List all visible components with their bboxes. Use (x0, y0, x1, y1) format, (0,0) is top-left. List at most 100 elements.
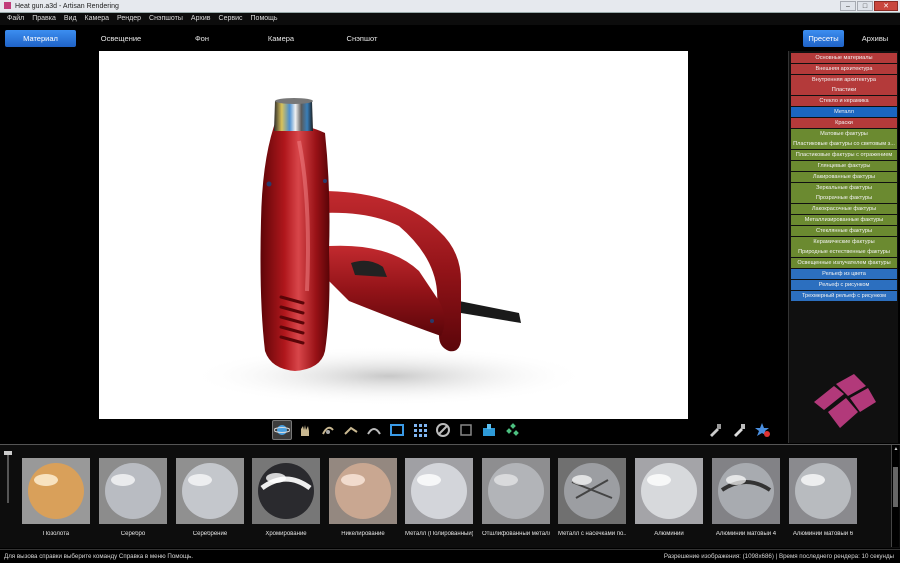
preset-basic-materials[interactable]: Основные материалы (791, 53, 897, 63)
material-tile[interactable]: Серебрение (176, 458, 244, 537)
preset-transparent-textures[interactable]: Прозрачные фактуры (791, 193, 897, 204)
preset-paints[interactable]: Краски (791, 117, 897, 128)
material-thumbnail (405, 458, 473, 524)
menu-file[interactable]: Файл (3, 13, 28, 25)
material-label: Отшлифованный металл (482, 531, 550, 537)
menu-help[interactable]: Помощь (247, 13, 282, 25)
eyedropper-icon[interactable] (706, 421, 723, 438)
material-thumbnail (329, 458, 397, 524)
preset-interior-architecture[interactable]: Внутренняя архитектура (791, 74, 897, 85)
material-label: Алюминий матовый 6 (792, 531, 854, 537)
material-thumbnail (482, 458, 550, 524)
material-thumbnail (558, 458, 626, 524)
preset-paint-textures[interactable]: Лакокрасочные фактуры (791, 204, 897, 215)
preset-glass-ceramics[interactable]: Стекло и керамика (791, 96, 897, 107)
thumbnail-size-slider[interactable] (4, 447, 12, 507)
menu-snapshots[interactable]: Снэпшоты (145, 13, 187, 25)
maximize-button[interactable]: □ (857, 1, 873, 11)
menu-bar: Файл Правка Вид Камера Рендер Снэпшоты А… (0, 13, 900, 25)
menu-archive[interactable]: Архив (187, 13, 215, 25)
menu-tools[interactable]: Сервис (215, 13, 247, 25)
material-tile[interactable]: Металл (Полированный) (405, 458, 473, 537)
material-tile[interactable]: Позолота (22, 458, 90, 537)
material-label: Металл с насечками по... (558, 531, 626, 537)
preset-ceramic-textures[interactable]: Керамические фактуры (791, 236, 897, 247)
tab-material[interactable]: Материал (5, 30, 76, 47)
scroll-up-arrow-icon[interactable]: ▲ (892, 445, 900, 453)
eyedropper-plus-icon[interactable] (730, 421, 747, 438)
material-thumbnail (99, 458, 167, 524)
material-label: Серебро (120, 531, 146, 537)
preset-matte-textures[interactable]: Матовые фактуры (791, 128, 897, 139)
top-navigation: Материал Освещение Фон Камера Снэпшот Пр… (0, 26, 900, 50)
hand-pan-icon[interactable] (295, 420, 315, 440)
close-button[interactable]: ✕ (874, 1, 898, 11)
preset-mirror-textures[interactable]: Зеркальные фактуры (791, 182, 897, 193)
material-thumbnail (252, 458, 320, 524)
window-title: Heat gun.a3d - Artisan Rendering (15, 3, 119, 10)
picker-tools (706, 421, 771, 438)
material-label: Алюминий матовый 4 (715, 531, 777, 537)
material-thumbnail (712, 458, 780, 524)
material-thumbnail (22, 458, 90, 524)
material-label: Никелирование (341, 531, 385, 537)
material-label: Алюминий (654, 531, 684, 537)
tab-background[interactable]: Фон (180, 30, 224, 47)
tab-presets[interactable]: Пресеты (803, 30, 844, 47)
crop-icon[interactable] (456, 420, 476, 440)
preset-lacquered-textures[interactable]: Лакированные фактуры (791, 171, 897, 182)
tab-camera[interactable]: Камера (259, 30, 303, 47)
no-entry-icon[interactable] (433, 420, 453, 440)
material-tile[interactable]: Алюминий матовый 6 (789, 458, 857, 537)
grid-icon[interactable] (410, 420, 430, 440)
preset-natural-textures[interactable]: Природные естественные фактуры (791, 247, 897, 258)
preset-3d-pattern-relief[interactable]: Трехмерный рельеф с рисунком (791, 290, 897, 301)
preset-plastic-light-textures[interactable]: Пластиковые фактуры со световым з... (791, 139, 897, 150)
material-thumbnail (176, 458, 244, 524)
menu-view[interactable]: Вид (60, 13, 81, 25)
tab-lighting[interactable]: Освещение (89, 30, 153, 47)
viewport-toolbar (272, 420, 522, 442)
material-tile[interactable]: Алюминий (635, 458, 703, 537)
window-controls: – □ ✕ (840, 1, 898, 11)
material-label: Хромирование (265, 531, 307, 537)
scatter-icon[interactable] (502, 420, 522, 440)
material-thumbnail (635, 458, 703, 524)
frame-icon[interactable] (387, 420, 407, 440)
material-strip-scrollbar[interactable]: ▲ (891, 445, 899, 547)
preset-emitter-textures[interactable]: Освещенные излучателем фактуры (791, 258, 897, 269)
preset-metallized-textures[interactable]: Металлизированные фактуры (791, 214, 897, 225)
status-bar: Для вызова справки выберите команду Спра… (0, 549, 900, 563)
tab-archives[interactable]: Архивы (855, 30, 895, 47)
preset-color-relief[interactable]: Рельеф из цвета (791, 268, 897, 279)
preset-metal[interactable]: Металл (791, 106, 897, 117)
preset-glass-textures[interactable]: Стеклянные фактуры (791, 225, 897, 236)
material-label: Серебрение (192, 531, 228, 537)
material-tile[interactable]: Металл с насечками по... (558, 458, 626, 537)
preset-exterior-architecture[interactable]: Внешняя архитектура (791, 63, 897, 74)
arc-icon[interactable] (364, 420, 384, 440)
material-label: Позолота (42, 531, 70, 537)
favorite-star-icon[interactable] (754, 421, 771, 438)
rotate-object-icon[interactable] (318, 420, 338, 440)
material-tile[interactable]: Алюминий матовый 4 (712, 458, 780, 537)
material-tile[interactable]: Отшлифованный металл (482, 458, 550, 537)
heat-gun-render (189, 98, 589, 406)
material-apply-icon[interactable] (479, 420, 499, 440)
planet-icon[interactable] (272, 420, 292, 440)
scroll-thumb[interactable] (893, 467, 898, 507)
move-object-icon[interactable] (341, 420, 361, 440)
preset-glossy-textures[interactable]: Глянцевые фактуры (791, 160, 897, 171)
preset-plastic-reflect-textures[interactable]: Пластиковые фактуры с отражением (791, 150, 897, 161)
preset-pattern-relief[interactable]: Рельеф с рисунком (791, 279, 897, 290)
menu-camera[interactable]: Камера (81, 13, 113, 25)
tab-snapshot[interactable]: Снэпшот (337, 30, 387, 47)
material-tile[interactable]: Серебро (99, 458, 167, 537)
minimize-button[interactable]: – (840, 1, 856, 11)
preset-plastics[interactable]: Пластики (791, 85, 897, 96)
menu-edit[interactable]: Правка (28, 13, 60, 25)
menu-render[interactable]: Рендер (113, 13, 145, 25)
material-tile[interactable]: Хромирование (252, 458, 320, 537)
material-tile[interactable]: Никелирование (329, 458, 397, 537)
render-viewport[interactable] (99, 51, 688, 419)
